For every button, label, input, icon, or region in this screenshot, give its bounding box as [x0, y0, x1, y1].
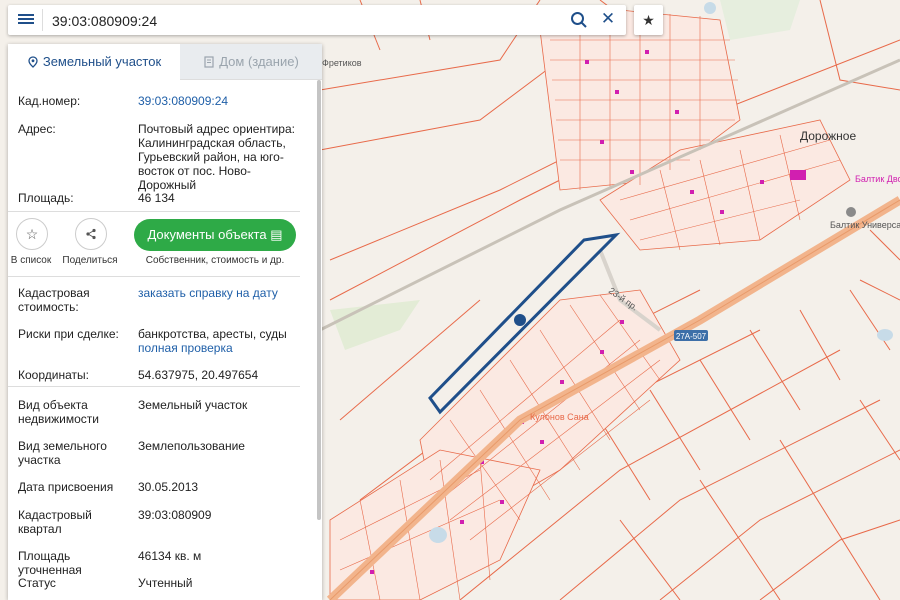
favorites-star-button[interactable]: ★: [634, 5, 663, 35]
location-pin-icon: [28, 56, 38, 68]
address-value: Почтовый адрес ориентира: Калининградска…: [138, 122, 295, 192]
divider: [8, 276, 300, 277]
menu-icon[interactable]: [18, 12, 34, 28]
map-label-baltic: Балтик Универсал: [830, 220, 900, 230]
search-input[interactable]: [50, 9, 554, 33]
search-bar: ✕: [8, 5, 626, 35]
status-value: Учтенный: [138, 576, 193, 590]
full-check-link[interactable]: полная проверка: [138, 341, 308, 355]
label: Кадастровый квартал: [18, 508, 92, 536]
tab-land-plot-label: Земельный участок: [42, 54, 162, 69]
map-label-square: Кулонов Сана: [530, 412, 589, 422]
document-icon: ▤: [270, 227, 283, 242]
label: Вид земельного участка: [18, 439, 107, 467]
risks-value: банкротства, аресты, суды: [138, 327, 287, 341]
area-precise-value: 46134 кв. м: [138, 549, 202, 563]
tab-bar: Земельный участок Дом (здание): [8, 44, 322, 81]
water: [429, 527, 447, 543]
label: Дата присвоения: [18, 480, 114, 494]
action-bar: ☆ В список Поделиться Документы объекта …: [8, 212, 300, 274]
label: Координаты:: [18, 368, 89, 382]
share-label: Поделиться: [62, 255, 118, 266]
quarter-value: 39:03:080909: [138, 508, 212, 522]
order-report-link[interactable]: заказать справку на дату: [138, 286, 308, 300]
object-type-value: Земельный участок: [138, 398, 248, 412]
road-number-text: 27А-507: [676, 332, 707, 341]
map-label-dvor: Балтик Двор: [855, 174, 900, 184]
coordinates-value: 54.637975, 20.497654: [138, 368, 259, 382]
map-label-dorozhnoe: Дорожное: [800, 129, 856, 143]
water: [877, 329, 893, 341]
label: Риски при сделке:: [18, 327, 119, 341]
search-divider: [42, 9, 43, 31]
documents-subtitle: Собственник, стоимость и др.: [145, 255, 285, 266]
search-icon[interactable]: [570, 11, 588, 29]
parcel-marker[interactable]: [514, 314, 526, 326]
water: [704, 2, 716, 14]
divider: [8, 386, 300, 387]
land-type-value: Землепользование: [138, 439, 245, 453]
documents-button[interactable]: Документы объекта ▤: [134, 219, 296, 251]
label: Статус: [18, 576, 56, 590]
clear-icon[interactable]: ✕: [599, 9, 617, 29]
poi-icon[interactable]: [846, 207, 856, 217]
building-icon: [204, 56, 214, 68]
date-value: 30.05.2013: [138, 480, 199, 494]
add-to-list-button[interactable]: ☆: [16, 218, 48, 250]
label: Площадь уточненная: [18, 549, 82, 577]
share-button[interactable]: [75, 218, 107, 250]
area-value: 46 134: [138, 191, 175, 205]
label: Вид объекта недвижимости: [18, 398, 99, 426]
tab-building[interactable]: Дом (здание): [180, 44, 322, 79]
label: Кадастровая стоимость:: [18, 286, 90, 314]
share-icon: [86, 228, 96, 240]
label: Адрес:: [18, 122, 56, 136]
tab-land-plot[interactable]: Земельный участок: [8, 44, 180, 81]
tab-building-label: Дом (здание): [219, 54, 299, 69]
map-label-vetikov: Фретиков: [322, 58, 362, 68]
documents-label: Документы объекта: [147, 227, 267, 242]
cad-number-link[interactable]: 39:03:080909:24: [138, 94, 308, 108]
info-panel: Земельный участок Дом (здание) Кад.номер…: [8, 44, 322, 600]
label: Площадь:: [18, 191, 74, 205]
add-to-list-label: В список: [10, 255, 52, 266]
panel-scrollbar[interactable]: [317, 80, 321, 520]
label: Кад.номер:: [18, 94, 81, 108]
